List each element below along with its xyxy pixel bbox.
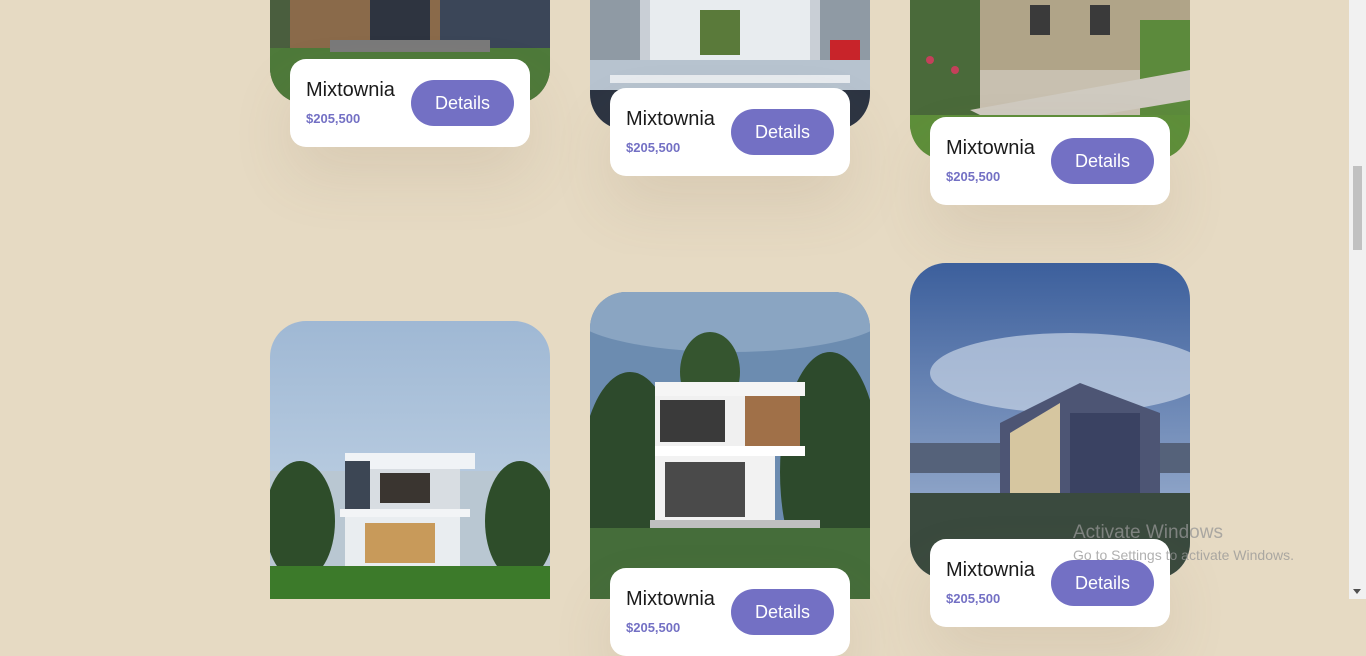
card-info: Mixtownia $205,500 Details	[610, 568, 850, 656]
card-info: Mixtownia $205,500 Details	[610, 88, 850, 176]
vertical-scrollbar[interactable]	[1349, 0, 1366, 599]
property-price: $205,500	[306, 111, 361, 126]
property-photo	[270, 321, 550, 599]
scrollbar-thumb[interactable]	[1353, 166, 1362, 250]
property-name: Mixtownia	[946, 559, 1035, 581]
property-price: $205,500	[946, 169, 1001, 184]
card-info: Mixtownia $205,500 Details	[290, 59, 530, 147]
property-name: Mixtownia	[306, 79, 395, 101]
card-info: Mixtownia $205,500 Details	[930, 117, 1170, 205]
details-button[interactable]: Details	[1051, 138, 1154, 184]
details-button[interactable]: Details	[731, 589, 834, 635]
property-photo	[590, 292, 870, 599]
property-price: $205,500	[626, 140, 681, 155]
details-button[interactable]: Details	[411, 80, 514, 126]
details-button[interactable]: Details	[731, 109, 834, 155]
scroll-down-arrow-icon[interactable]	[1353, 589, 1361, 594]
property-name: Mixtownia	[946, 137, 1035, 159]
property-name: Mixtownia	[626, 588, 715, 610]
property-price: $205,500	[626, 620, 681, 635]
property-name: Mixtownia	[626, 108, 715, 130]
watermark-title: Activate Windows	[1073, 522, 1223, 543]
watermark-subtitle: Go to Settings to activate Windows.	[1073, 547, 1294, 563]
details-button[interactable]: Details	[1051, 560, 1154, 606]
activate-windows-watermark: Activate Windows Go to Settings to activ…	[1073, 522, 1294, 563]
